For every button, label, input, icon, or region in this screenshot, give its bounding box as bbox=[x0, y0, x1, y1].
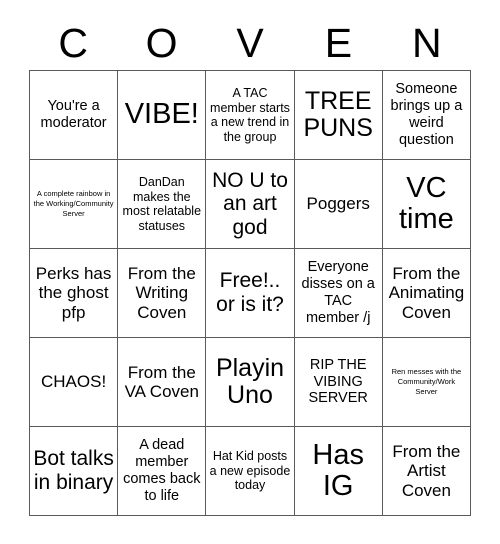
header-letter-1: C bbox=[58, 19, 88, 66]
bingo-cell[interactable]: Someone brings up a weird question bbox=[382, 71, 471, 160]
bingo-grid: You're a moderator VIBE! A TAC member star… bbox=[29, 70, 471, 516]
bingo-cell-label: RIP THE VIBING SERVER bbox=[308, 356, 368, 407]
header-letter-5: N bbox=[412, 19, 442, 66]
header-letter-2: O bbox=[145, 19, 178, 66]
bingo-cell-label: Bot talks in binary bbox=[33, 447, 114, 494]
bingo-cell-label: TREE PUNS bbox=[303, 86, 373, 142]
header-letter-3: V bbox=[236, 19, 264, 66]
bingo-cell-label: A complete rainbow in the Working/Commun… bbox=[33, 189, 114, 218]
bingo-cell[interactable]: You're a moderator bbox=[30, 71, 119, 160]
bingo-cell-label: A dead member comes back to life bbox=[123, 437, 201, 504]
bingo-cell-label: Someone brings up a weird question bbox=[390, 81, 463, 148]
bingo-cell[interactable]: A complete rainbow in the Working/Commun… bbox=[30, 160, 119, 249]
bingo-cell[interactable]: NO U to an art god bbox=[206, 160, 295, 249]
bingo-cell-label: Free!.. or is it? bbox=[216, 269, 284, 316]
bingo-cell-label: NO U to an art god bbox=[212, 168, 288, 239]
bingo-header: C O V E N bbox=[29, 16, 471, 70]
bingo-cell-label: Hat Kid posts a new episode today bbox=[209, 449, 291, 493]
bingo-cell-label: You're a moderator bbox=[40, 98, 107, 131]
bingo-cell-label: Perks has the ghost pfp bbox=[35, 263, 112, 322]
bingo-cell-label: VIBE! bbox=[124, 98, 199, 131]
bingo-cell-label: CHAOS! bbox=[41, 372, 107, 392]
bingo-cell[interactable]: From the Writing Coven bbox=[118, 249, 207, 338]
bingo-cell-label: DanDan makes the most relatable statuses bbox=[122, 175, 202, 233]
bingo-card: C O V E N You're a moderator VIBE! A TAC m… bbox=[0, 0, 500, 544]
bingo-cell[interactable]: Perks has the ghost pfp bbox=[30, 249, 119, 338]
bingo-cell[interactable]: Everyone disses on a TAC member /j bbox=[294, 249, 383, 338]
bingo-cell[interactable]: VC time bbox=[382, 160, 471, 249]
bingo-cell[interactable]: Ren messes with the Community/Work Serve… bbox=[382, 338, 471, 427]
bingo-cell-label: From the VA Coven bbox=[124, 362, 199, 401]
bingo-cell[interactable]: Free!.. or is it? bbox=[206, 249, 295, 338]
bingo-cell[interactable]: TREE PUNS bbox=[294, 71, 383, 160]
bingo-cell-label: Everyone disses on a TAC member /j bbox=[301, 259, 375, 326]
bingo-cell[interactable]: A TAC member starts a new trend in the g… bbox=[206, 71, 295, 160]
bingo-cell[interactable]: From the VA Coven bbox=[118, 338, 207, 427]
bingo-cell-label: Ren messes with the Community/Work Serve… bbox=[391, 367, 462, 396]
bingo-cell[interactable]: Hat Kid posts a new episode today bbox=[206, 427, 295, 516]
bingo-cell[interactable]: From the Animating Coven bbox=[382, 249, 471, 338]
bingo-cell[interactable]: RIP THE VIBING SERVER bbox=[294, 338, 383, 427]
bingo-cell[interactable]: From the Artist Coven bbox=[382, 427, 471, 516]
bingo-cell-label: A TAC member starts a new trend in the g… bbox=[210, 86, 290, 144]
bingo-cell[interactable]: Bot talks in binary bbox=[30, 427, 119, 516]
bingo-cell[interactable]: A dead member comes back to life bbox=[118, 427, 207, 516]
bingo-cell[interactable]: DanDan makes the most relatable statuses bbox=[118, 160, 207, 249]
bingo-cell-label: Has IG bbox=[312, 438, 364, 502]
bingo-cell-label: From the Artist Coven bbox=[392, 441, 461, 500]
bingo-cell[interactable]: Playin Uno bbox=[206, 338, 295, 427]
bingo-cell-label: VC time bbox=[398, 171, 454, 235]
bingo-cell[interactable]: Poggers bbox=[294, 160, 383, 249]
bingo-cell-label: Poggers bbox=[306, 194, 370, 214]
bingo-cell-label: From the Writing Coven bbox=[127, 263, 196, 322]
header-letter-4: E bbox=[324, 19, 353, 66]
bingo-cell[interactable]: CHAOS! bbox=[30, 338, 119, 427]
bingo-cell[interactable]: VIBE! bbox=[118, 71, 207, 160]
bingo-cell[interactable]: Has IG bbox=[294, 427, 383, 516]
bingo-cell-label: Playin Uno bbox=[215, 353, 285, 409]
bingo-cell-label: From the Animating Coven bbox=[388, 263, 465, 322]
